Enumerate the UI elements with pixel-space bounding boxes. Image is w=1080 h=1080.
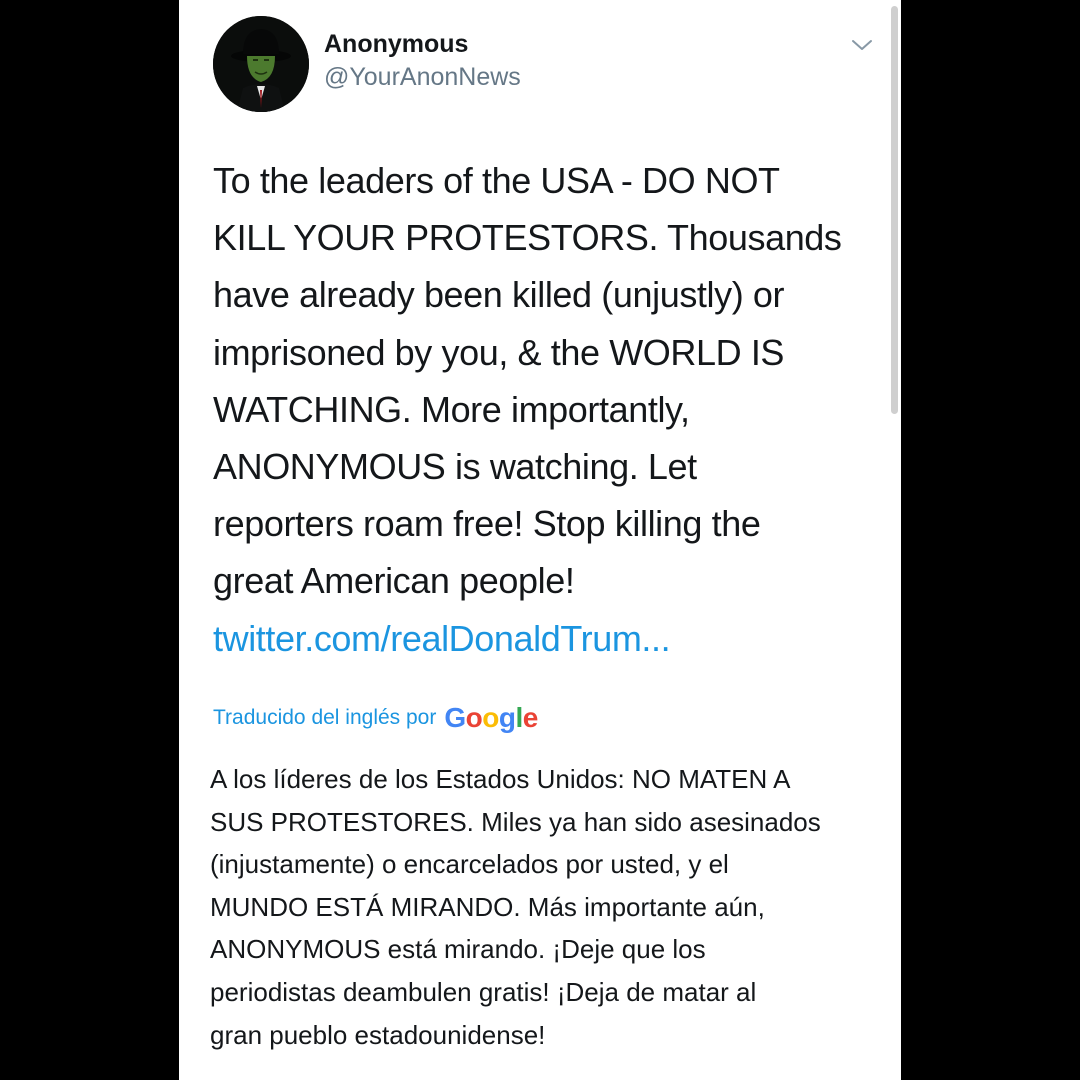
tweet-text-line: great American people! <box>213 560 575 602</box>
google-logo-letter: l <box>515 702 523 733</box>
translated-text-line: (injustamente) o encarcelados por usted,… <box>210 849 729 880</box>
google-logo-letter: e <box>522 702 539 733</box>
tweet-text-line: KILL YOUR PROTESTORS. Thousands <box>213 217 842 259</box>
translated-text-line: MUNDO ESTÁ MIRANDO. Más importante aún, <box>210 891 765 922</box>
google-logo-letter: g <box>498 702 516 733</box>
google-logo: Google <box>444 702 539 734</box>
tweet-text: To the leaders of the USA - DO NOT KILL … <box>213 152 873 667</box>
tweet-text-line: WATCHING. More importantly, <box>213 388 690 430</box>
translated-text: A los líderes de los Estados Unidos: NO … <box>210 758 880 1056</box>
translated-text-line: SUS PROTESTORES. Miles ya han sido asesi… <box>210 806 821 837</box>
display-name[interactable]: Anonymous <box>324 28 521 60</box>
google-logo-letter: G <box>444 702 466 733</box>
tweet-header: Anonymous @YourAnonNews <box>213 16 873 112</box>
tweet-text-line: To the leaders of the USA - DO NOT <box>213 160 780 201</box>
tweet-text-line: reporters roam free! Stop killing the <box>213 503 761 545</box>
tweet-card: Anonymous @YourAnonNews To the leaders o… <box>179 0 901 1080</box>
tweet-text-line: imprisoned by you, & the WORLD IS <box>213 331 785 373</box>
tweet-text-line: have already been killed (unjustly) or <box>213 274 785 316</box>
screenshot-frame: Anonymous @YourAnonNews To the leaders o… <box>0 0 1080 1080</box>
translated-text-line: ANONYMOUS está mirando. ¡Deje que los <box>210 934 706 965</box>
user-handle[interactable]: @YourAnonNews <box>324 60 521 94</box>
user-info: Anonymous @YourAnonNews <box>324 28 521 94</box>
google-logo-letter: o <box>465 702 483 733</box>
translated-text-line: A los líderes de los Estados Unidos: NO … <box>210 764 791 794</box>
guy-fawkes-avatar-icon[interactable] <box>213 16 309 112</box>
translated-text-line: periodistas deambulen gratis! ¡Deja de m… <box>210 976 757 1007</box>
tweet-link[interactable]: twitter.com/realDonaldTrum... <box>213 618 671 659</box>
google-logo-letter: o <box>482 702 499 733</box>
translation-attribution: Traducido del inglés por Google <box>213 700 538 736</box>
scrollbar[interactable] <box>891 6 898 414</box>
tweet-text-line: ANONYMOUS is watching. Let <box>213 446 697 488</box>
tweet-link-line: twitter.com/realDonaldTrum... <box>213 610 873 667</box>
chevron-down-icon[interactable] <box>847 30 877 60</box>
translated-by-label[interactable]: Traducido del inglés por <box>213 706 436 730</box>
translated-text-line: gran pueblo estadounidense! <box>210 1019 546 1050</box>
